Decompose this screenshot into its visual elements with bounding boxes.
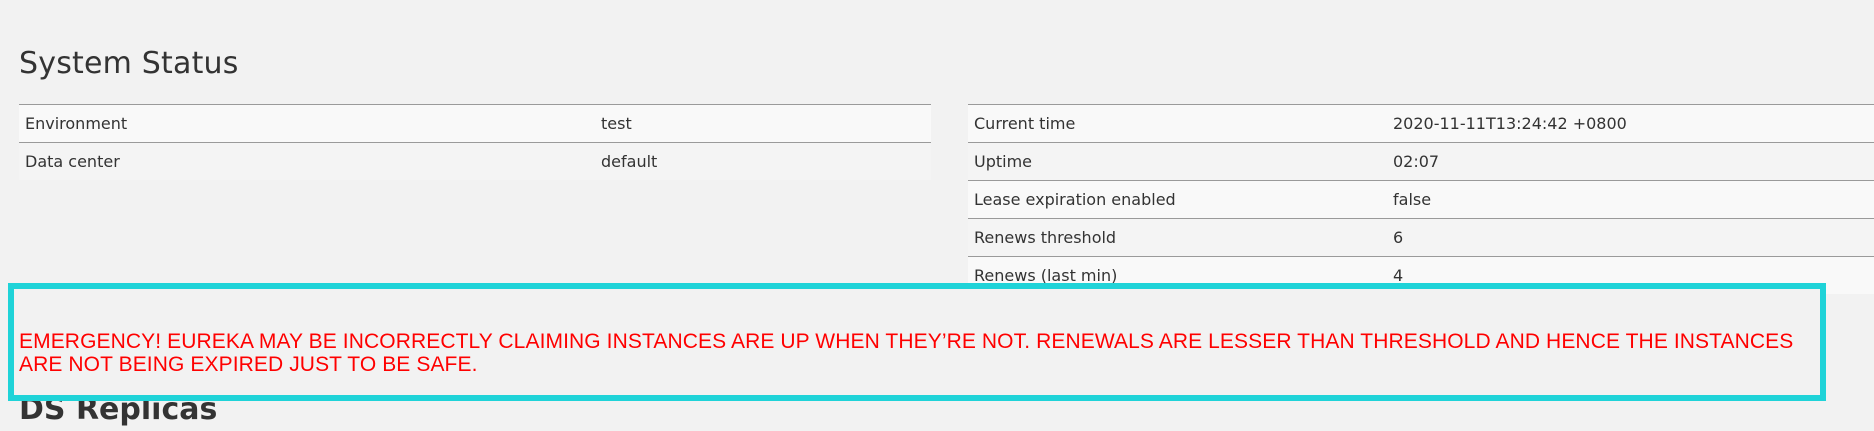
- row-key: Environment: [25, 114, 128, 133]
- row-key: Renews threshold: [974, 228, 1117, 247]
- system-status-right-table: Current time 2020-11-11T13:24:42 +0800 U…: [968, 104, 1874, 294]
- eureka-dashboard: System Status Environment test Data cent…: [0, 0, 1874, 431]
- table-row: Renews threshold 6: [968, 218, 1874, 257]
- table-row: Uptime 02:07: [968, 142, 1874, 181]
- row-value: 2020-11-11T13:24:42 +0800: [1393, 114, 1627, 133]
- row-key: Uptime: [974, 152, 1033, 171]
- row-key: Lease expiration enabled: [974, 190, 1176, 209]
- table-row: Current time 2020-11-11T13:24:42 +0800: [968, 104, 1874, 143]
- row-key: Data center: [25, 152, 120, 171]
- row-value: 02:07: [1393, 152, 1440, 171]
- system-status-left-table: Environment test Data center default: [19, 104, 931, 180]
- table-row: Environment test: [19, 104, 931, 143]
- row-value: default: [601, 152, 658, 171]
- system-status-title: System Status: [19, 46, 239, 81]
- table-row: Lease expiration enabled false: [968, 180, 1874, 219]
- row-value: test: [601, 114, 632, 133]
- table-row: Data center default: [19, 142, 931, 180]
- row-value: false: [1393, 190, 1432, 209]
- row-key: Current time: [974, 114, 1076, 133]
- row-value: 6: [1393, 228, 1404, 247]
- emergency-highlight-box: [8, 283, 1826, 401]
